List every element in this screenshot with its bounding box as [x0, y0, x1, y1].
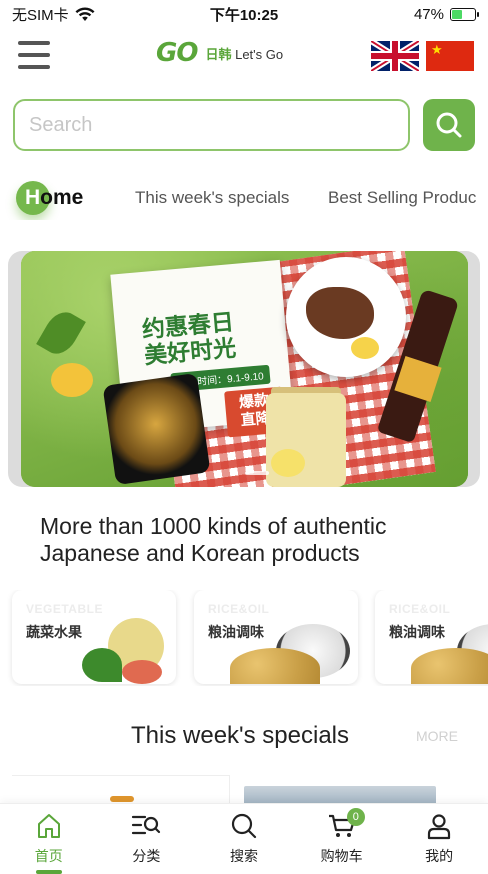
search-input[interactable] — [13, 99, 410, 151]
logo-text-en: Let's Go — [235, 46, 284, 62]
home-icon — [37, 814, 60, 838]
uk-flag-icon[interactable] — [371, 41, 419, 71]
search-icon — [436, 112, 462, 138]
user-icon — [428, 814, 451, 840]
headline: More than 1000 kinds of authentic Japane… — [40, 513, 387, 566]
hamburger-menu-icon[interactable] — [18, 41, 50, 69]
bottom-tab-bar: 首页 分类 搜索 0 购物车 我的 — [0, 803, 488, 874]
category-card-vegetable[interactable]: VEGETABLE 蔬菜水果 — [12, 590, 176, 684]
status-time: 下午10:25 — [209, 6, 279, 24]
logo-mark: GO — [156, 38, 198, 68]
battery-icon — [450, 7, 479, 21]
tabbar-search[interactable]: 搜索 — [195, 804, 293, 874]
tabbar-label: 搜索 — [229, 849, 258, 865]
category-card-rice-oil-2[interactable]: RICE&OIL 粮油调味 — [375, 590, 488, 684]
tabbar-label: 购物车 — [320, 849, 363, 865]
beans-image — [411, 648, 488, 684]
product-image — [110, 796, 134, 802]
more-link[interactable]: MORE — [416, 728, 458, 744]
status-bar: 无SIM卡 下午10:25 47% — [0, 0, 488, 28]
promo-banner-slide[interactable]: 约惠春日 美好时光 活动时间：9.1-9.10 爆款 直降 — [21, 251, 468, 487]
tabbar-label: 我的 — [425, 849, 454, 865]
tabbar-category[interactable]: 分类 — [98, 804, 196, 874]
tab-best-selling[interactable]: Best Selling Produc — [328, 188, 476, 208]
category-en-label: VEGETABLE — [26, 602, 103, 616]
corn-image — [51, 363, 93, 397]
search-button[interactable] — [423, 99, 475, 151]
product-can-image — [102, 372, 211, 486]
logo-text-cn: 日韩 — [205, 46, 232, 62]
category-search-icon — [132, 815, 161, 835]
tab-home[interactable]: Home — [16, 180, 83, 216]
category-row: VEGETABLE 蔬菜水果 RICE&OIL 粮油调味 RICE&OIL 粮油… — [0, 590, 488, 686]
tabbar-label: 分类 — [132, 849, 161, 865]
category-cn-label: 粮油调味 — [389, 625, 445, 641]
promo-banner-carousel[interactable]: 约惠春日 美好时光 活动时间：9.1-9.10 爆款 直降 — [8, 251, 480, 487]
carousel-indicator — [245, 471, 269, 475]
app-logo: GO 日韩 Let's Go — [156, 38, 283, 68]
category-en-label: RICE&OIL — [389, 602, 451, 616]
beans-image — [230, 648, 320, 684]
specials-title: This week's specials — [131, 722, 349, 749]
active-tab-bar — [35, 870, 62, 874]
tabbar-home[interactable]: 首页 — [0, 804, 98, 874]
tabbar-profile[interactable]: 我的 — [390, 804, 488, 874]
search-icon — [231, 813, 257, 839]
category-cn-label: 粮油调味 — [208, 625, 264, 641]
category-cn-label: 蔬菜水果 — [26, 625, 82, 641]
cart-count-badge: 0 — [346, 808, 365, 826]
tab-weekly-specials[interactable]: This week's specials — [135, 188, 289, 208]
category-card-rice-oil[interactable]: RICE&OIL 粮油调味 — [194, 590, 358, 684]
category-tabs: Home This week's specials Best Selling P… — [0, 180, 488, 220]
china-flag-icon[interactable]: ★ — [426, 41, 474, 71]
tabbar-label: 首页 — [34, 849, 63, 865]
category-en-label: RICE&OIL — [208, 602, 270, 616]
tabbar-cart[interactable]: 0 购物车 — [293, 804, 391, 874]
header: GO 日韩 Let's Go ★ — [0, 34, 488, 80]
